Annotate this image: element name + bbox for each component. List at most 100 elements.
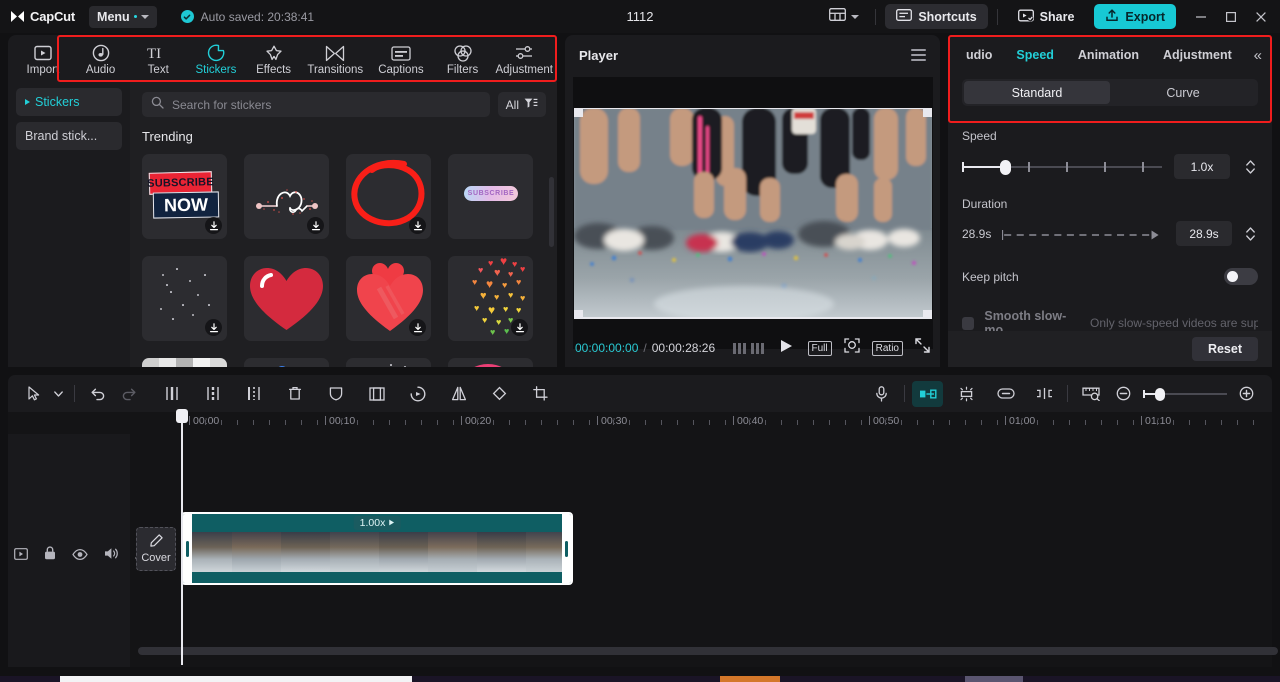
tab-audio[interactable]: udio [954, 48, 1004, 62]
playhead-handle[interactable] [176, 409, 188, 423]
library-scrollbar[interactable] [549, 177, 554, 247]
sticker-item-red-heart[interactable] [244, 256, 329, 341]
select-arrow-icon[interactable] [18, 381, 49, 407]
maximize-button[interactable] [1216, 0, 1246, 33]
chevron-double-left-icon[interactable]: « [1254, 47, 1272, 64]
crop-frame-icon[interactable] [361, 381, 392, 407]
speed-stepper[interactable] [1242, 159, 1258, 174]
speed-value-input[interactable]: 1.0x [1174, 154, 1230, 179]
speed-slider-knob[interactable] [1000, 159, 1011, 175]
focus-zoom-icon[interactable] [843, 338, 860, 358]
mask-icon[interactable] [320, 381, 351, 407]
link-icon[interactable] [990, 381, 1021, 407]
keep-pitch-toggle[interactable] [1224, 268, 1258, 285]
close-button[interactable] [1246, 0, 1276, 33]
share-button[interactable]: Share [1007, 4, 1086, 29]
fullscreen-icon[interactable] [915, 338, 930, 358]
download-icon[interactable] [511, 319, 528, 336]
reset-button[interactable]: Reset [1191, 337, 1258, 361]
delete-icon[interactable] [279, 381, 310, 407]
sidebar-item-brand-stickers[interactable]: Brand stick... [16, 122, 122, 150]
toolbar-item-audio[interactable]: Audio [72, 41, 130, 76]
crop-icon[interactable] [525, 381, 556, 407]
sidebar-item-stickers[interactable]: Stickers [16, 88, 122, 116]
split-icon[interactable] [156, 381, 187, 407]
auto-adjust-icon[interactable] [951, 381, 982, 407]
lock-icon[interactable] [44, 546, 56, 565]
volume-icon[interactable] [104, 547, 119, 565]
redo-icon[interactable] [113, 381, 144, 407]
timeline-horizontal-scrollbar[interactable] [138, 647, 1278, 655]
toolbar-item-transitions[interactable]: Transitions [302, 41, 368, 76]
full-button[interactable]: Full [807, 340, 832, 356]
reverse-icon[interactable] [402, 381, 433, 407]
smooth-slowmo-checkbox[interactable] [962, 316, 975, 330]
sticker-item-checkerboard[interactable] [142, 358, 227, 367]
sticker-item-heart-arrow[interactable] [244, 154, 329, 239]
toolbar-item-effects[interactable]: Effects [245, 41, 303, 76]
keyframe-icon[interactable] [1029, 381, 1060, 407]
sticker-item-blue-scribble[interactable] [244, 358, 329, 367]
sticker-item-subscribe-now[interactable]: SUBSCRIBE NOW [142, 154, 227, 239]
clip-trim-handle-left[interactable] [183, 514, 192, 583]
trim-right-icon[interactable] [238, 381, 269, 407]
hamburger-icon[interactable] [911, 49, 926, 61]
toolbar-item-filters[interactable]: Filters [434, 41, 492, 76]
playhead[interactable] [181, 410, 183, 665]
microphone-icon[interactable] [866, 381, 897, 407]
segment-standard[interactable]: Standard [964, 81, 1110, 104]
trim-left-icon[interactable] [197, 381, 228, 407]
clip-trim-handle-right[interactable] [562, 514, 571, 583]
timeline-preview-icon[interactable] [1075, 381, 1106, 407]
download-icon[interactable] [205, 217, 222, 234]
filter-all-button[interactable]: All [497, 92, 546, 117]
magnet-snap-icon[interactable] [912, 380, 943, 407]
tab-speed[interactable]: Speed [1004, 48, 1066, 62]
toolbar-item-text[interactable]: TI Text [129, 41, 187, 76]
menu-button[interactable]: Menu [89, 5, 157, 28]
zoom-out-icon[interactable] [1108, 381, 1139, 407]
zoom-slider[interactable] [1143, 387, 1227, 401]
frames-icon[interactable] [733, 342, 765, 354]
sticker-item-white-particles[interactable] [346, 358, 431, 367]
search-input[interactable]: Search for stickers [142, 92, 490, 117]
toolbar-item-adjustment[interactable]: Adjustment [491, 41, 557, 76]
sticker-item-subscribe-pill[interactable]: SUBSCRIBE [448, 154, 533, 239]
sticker-item-rainbow-hearts[interactable]: ♥ ♥ ♥ ♥ ♥ ♥ ♥ ♥ ♥ ♥ ♥ ♥ ♥ ♥ ♥ ♥ ♥ ♥ ♥ ♥ ♥ ♥ ♥ ♥ [448, 256, 533, 341]
cover-button[interactable]: Cover [136, 527, 176, 571]
export-button[interactable]: Export [1094, 4, 1176, 29]
rotate-icon[interactable] [484, 381, 515, 407]
sticker-item-red-circle[interactable] [346, 154, 431, 239]
minimize-button[interactable] [1186, 0, 1216, 33]
video-preview[interactable] [574, 107, 932, 319]
video-clip[interactable]: 1.00x [181, 512, 573, 585]
speed-slider[interactable] [962, 159, 1162, 175]
timeline-ruler[interactable]: 00:00 00:10 00:20 00:30 00:40 00:50 01:0… [8, 412, 1272, 434]
download-icon[interactable] [205, 319, 222, 336]
toolbar-item-import[interactable]: Import [14, 41, 72, 76]
undo-icon[interactable] [82, 381, 113, 407]
download-icon[interactable] [409, 217, 426, 234]
download-icon[interactable] [307, 217, 324, 234]
segment-curve[interactable]: Curve [1110, 81, 1256, 104]
chevron-down-icon[interactable] [49, 381, 67, 407]
toolbar-item-captions[interactable]: Captions [368, 41, 434, 76]
clip-speed-badge[interactable]: 1.00x [353, 516, 401, 530]
toolbar-item-stickers[interactable]: Stickers [187, 41, 245, 76]
duration-value-input[interactable]: 28.9s [1176, 221, 1232, 246]
mirror-icon[interactable] [443, 381, 474, 407]
tab-animation[interactable]: Animation [1066, 48, 1151, 62]
ratio-button[interactable]: Ratio [871, 340, 903, 356]
sticker-item-sparkle-dust[interactable] [142, 256, 227, 341]
download-icon[interactable] [409, 319, 426, 336]
track-type-icon[interactable] [14, 547, 28, 565]
shortcuts-button[interactable]: Shortcuts [885, 4, 988, 29]
layout-button[interactable] [822, 4, 866, 30]
play-icon[interactable] [780, 339, 793, 358]
duration-stepper[interactable] [1242, 226, 1258, 241]
sticker-item-pink-blob[interactable] [448, 358, 533, 367]
sticker-item-double-heart[interactable] [346, 256, 431, 341]
zoom-in-icon[interactable] [1231, 381, 1262, 407]
tab-adjustment[interactable]: Adjustment [1151, 48, 1244, 62]
eye-icon[interactable] [72, 547, 88, 565]
